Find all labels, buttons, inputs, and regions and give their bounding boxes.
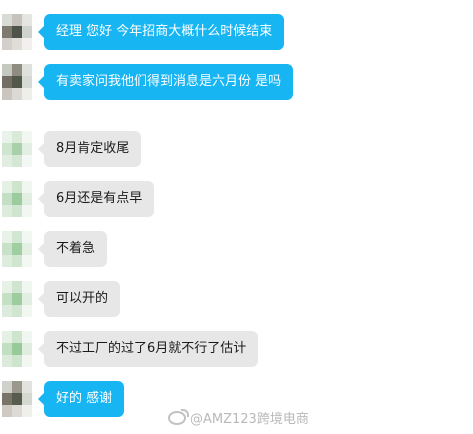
avatar[interactable]	[2, 64, 32, 100]
message-row: 6月还是有点早	[0, 181, 155, 217]
message-row: 可以开的	[0, 281, 121, 317]
message-bubble: 6月还是有点早	[37, 181, 155, 217]
message-bubble: 8月肯定收尾	[37, 131, 142, 167]
avatar[interactable]	[2, 281, 32, 317]
message-row: 不过工厂的过了6月就不行了估计	[0, 331, 259, 367]
message-bubble: 有卖家问我他们得到消息是六月份 是吗	[37, 64, 294, 100]
message-row: 经理 您好 今年招商大概什么时候结束	[0, 14, 285, 50]
avatar[interactable]	[2, 381, 32, 417]
message-row: 好的 感谢	[0, 381, 125, 417]
message-row: 不着急	[0, 231, 108, 267]
message-bubble: 不着急	[37, 231, 108, 267]
watermark-text: @AMZ123跨境电商	[190, 412, 309, 427]
weibo-icon	[168, 408, 189, 425]
watermark: @AMZ123跨境电商	[168, 408, 309, 427]
message-row: 8月肯定收尾	[0, 131, 142, 167]
message-row: 有卖家问我他们得到消息是六月份 是吗	[0, 64, 294, 100]
avatar[interactable]	[2, 231, 32, 267]
avatar[interactable]	[2, 131, 32, 167]
avatar[interactable]	[2, 331, 32, 367]
message-bubble: 好的 感谢	[37, 381, 125, 417]
message-bubble: 可以开的	[37, 281, 121, 317]
message-bubble: 不过工厂的过了6月就不行了估计	[37, 331, 259, 367]
message-bubble: 经理 您好 今年招商大概什么时候结束	[37, 14, 285, 50]
avatar[interactable]	[2, 181, 32, 217]
avatar[interactable]	[2, 14, 32, 50]
